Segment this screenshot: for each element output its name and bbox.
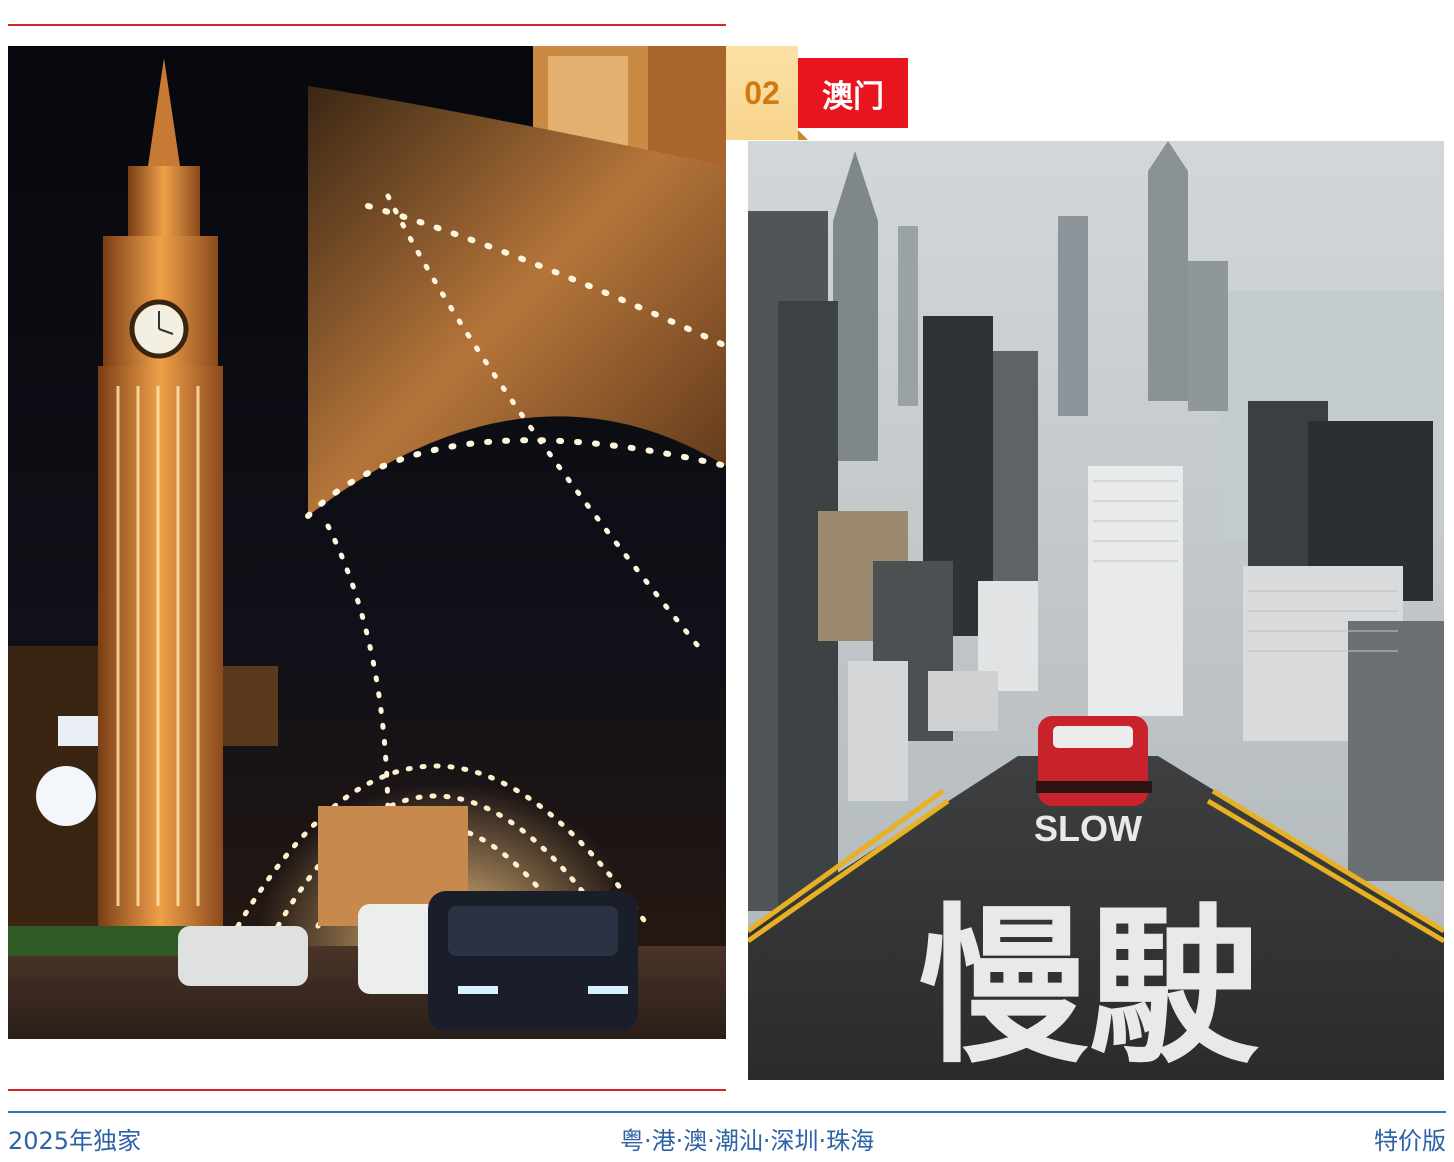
hongkong-skyline-illustration: SLOW 慢駛 xyxy=(748,141,1444,1080)
macau-night-photo xyxy=(8,46,726,1039)
top-divider xyxy=(8,24,726,26)
road-marking-chinese: 慢駛 xyxy=(918,889,1259,1080)
footer-right-text: 特价版 xyxy=(1374,1127,1446,1155)
page: 02 澳门 SLOW 慢駛 2025年独家 粤·港·澳·潮汕·深圳·珠海 特价版 xyxy=(0,0,1454,1162)
section-number-badge: 02 xyxy=(726,46,808,140)
footer-left-text: 2025年独家 xyxy=(8,1127,142,1155)
footer: 2025年独家 粤·港·澳·潮汕·深圳·珠海 特价版 xyxy=(8,1121,1446,1155)
bottom-divider-red xyxy=(8,1089,726,1091)
section-title-badge: 澳门 xyxy=(798,58,908,128)
section-title: 澳门 xyxy=(822,78,884,115)
footer-divider-blue xyxy=(8,1111,1446,1113)
section-number: 02 xyxy=(744,74,780,111)
footer-center-text: 粤·港·澳·潮汕·深圳·珠海 xyxy=(620,1127,875,1155)
road-marking-slow: SLOW xyxy=(1034,808,1142,849)
hongkong-skyline-photo: SLOW 慢駛 xyxy=(748,141,1444,1080)
macau-night-illustration xyxy=(8,46,726,1039)
